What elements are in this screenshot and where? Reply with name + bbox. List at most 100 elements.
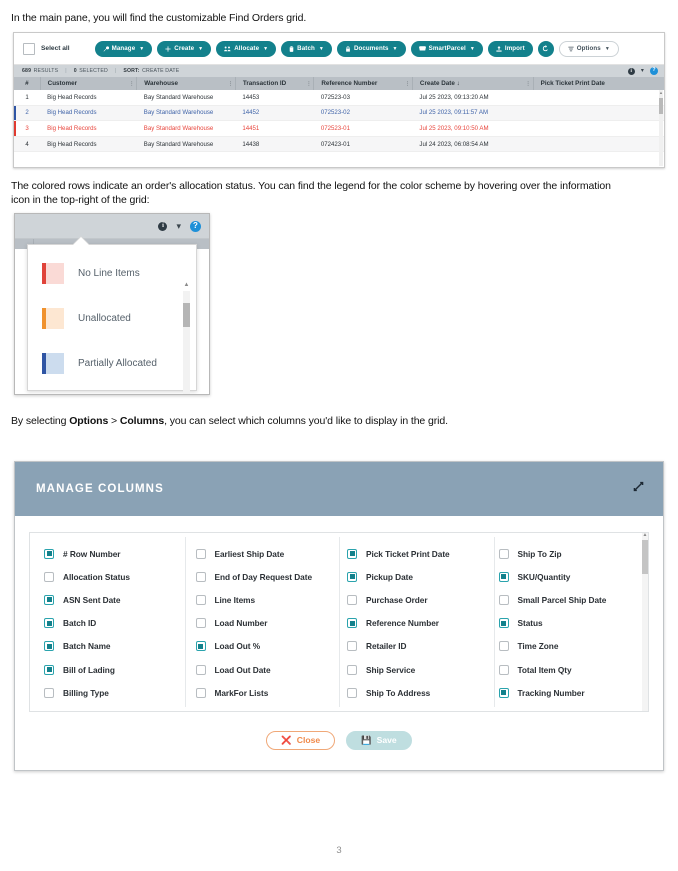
column-option-time-zone[interactable]: Time Zone	[491, 635, 643, 658]
table-row[interactable]: 4 Big Head Records Bay Standard Warehouse 1…	[14, 136, 664, 153]
column-option-sku-quantity[interactable]: SKU/Quantity	[491, 565, 643, 588]
column-option-checkbox[interactable]	[498, 618, 509, 629]
grid-vertical-scrollbar[interactable]: ▲	[659, 90, 663, 166]
column-option-load-out[interactable]: Load Out %	[188, 635, 340, 658]
column-option-earliest-ship-date[interactable]: Earliest Ship Date	[188, 542, 340, 565]
create-button[interactable]: Create ▼	[157, 40, 212, 57]
column-option-checkbox[interactable]	[44, 664, 54, 675]
info-icon[interactable]: i	[158, 221, 168, 231]
column-resize-handle[interactable]: ⋮	[129, 81, 134, 87]
column-option-checkbox[interactable]	[347, 641, 357, 652]
column-option-allocation-status[interactable]: Allocation Status	[36, 565, 188, 588]
column-option-ship-to-zip[interactable]: Ship To Zip	[491, 542, 643, 565]
column-header-customer[interactable]: Customer ⋮	[40, 77, 138, 90]
column-option-bill-of-lading[interactable]: Bill of Lading	[36, 658, 188, 681]
columns-list-scrollbar[interactable]: ▲	[642, 533, 648, 711]
column-option-ship-to-address[interactable]: Ship To Address	[339, 681, 491, 704]
column-option-checkbox[interactable]	[195, 641, 206, 652]
column-option-total-item-qty[interactable]: Total Item Qty	[491, 658, 643, 681]
column-option-checkbox[interactable]	[347, 618, 357, 629]
column-option-checkbox[interactable]	[44, 548, 54, 559]
chevron-down-icon[interactable]: ▾	[176, 221, 181, 231]
info-icon[interactable]: i	[627, 67, 635, 75]
chevron-down-icon[interactable]: ▾	[641, 68, 644, 74]
table-row[interactable]: 3 Big Head Records Bay Standard Warehouse 1…	[14, 120, 664, 137]
column-option-checkbox[interactable]	[44, 687, 54, 698]
column-option-checkbox[interactable]	[195, 664, 206, 675]
help-icon[interactable]: ?	[190, 220, 201, 232]
column-option-batch-name[interactable]: Batch Name	[36, 635, 188, 658]
column-option-checkbox[interactable]	[498, 687, 509, 698]
select-all-control[interactable]: Select all	[23, 42, 70, 55]
column-option-small-parcel-ship-date[interactable]: Small Parcel Ship Date	[491, 588, 643, 611]
manage-button[interactable]: Manage ▼	[94, 40, 153, 57]
column-option-checkbox[interactable]	[195, 571, 206, 582]
column-resize-handle[interactable]: ⋮	[405, 81, 410, 87]
column-option-reference-number[interactable]: Reference Number	[339, 612, 491, 635]
column-header-warehouse[interactable]: Warehouse ⋮	[136, 77, 236, 90]
column-option-line-items[interactable]: Line Items	[188, 588, 340, 611]
save-button[interactable]: 💾 Save	[346, 730, 412, 750]
column-header-[interactable]: #	[14, 77, 41, 90]
column-option-batch-id[interactable]: Batch ID	[36, 612, 188, 635]
grid-scroll-thumb[interactable]	[659, 98, 663, 114]
column-header-pick-ticket-print-date[interactable]: Pick Ticket Print Date	[533, 77, 664, 90]
column-resize-handle[interactable]: ⋮	[526, 81, 531, 87]
refresh-button[interactable]	[537, 40, 554, 57]
legend-scroll-up-arrow[interactable]: ▲	[183, 282, 190, 288]
column-option-billing-type[interactable]: Billing Type	[36, 681, 188, 704]
column-option-checkbox[interactable]	[44, 594, 54, 605]
legend-scrollbar[interactable]: ▲	[183, 282, 190, 394]
column-option-checkbox[interactable]	[498, 571, 509, 582]
options-button[interactable]: Options ▼	[558, 40, 619, 57]
allocate-button[interactable]: Allocate ▼	[216, 40, 277, 57]
column-option-load-number[interactable]: Load Number	[188, 612, 340, 635]
column-option-checkbox[interactable]	[347, 687, 357, 698]
column-option-checkbox[interactable]	[195, 618, 206, 629]
smartparcel-button[interactable]: SmartParcel ▼	[410, 40, 483, 57]
column-option-checkbox[interactable]	[498, 594, 509, 605]
column-option-pick-ticket-print-date[interactable]: Pick Ticket Print Date	[339, 542, 491, 565]
column-option-checkbox[interactable]	[195, 687, 206, 698]
column-option-retailer-id[interactable]: Retailer ID	[339, 635, 491, 658]
table-row[interactable]: 1 Big Head Records Bay Standard Warehouse 1…	[14, 90, 664, 106]
help-icon[interactable]: ?	[650, 67, 658, 75]
column-resize-handle[interactable]: ⋮	[228, 81, 233, 87]
column-option-checkbox[interactable]	[498, 641, 509, 652]
column-option-checkbox[interactable]	[347, 664, 357, 675]
close-button[interactable]: ❌ Close	[266, 730, 336, 750]
documents-button[interactable]: Documents ▼	[336, 40, 406, 57]
expand-icon[interactable]	[632, 480, 645, 498]
column-option-checkbox[interactable]	[347, 571, 357, 582]
column-option-checkbox[interactable]	[347, 548, 357, 559]
column-resize-handle[interactable]: ⋮	[306, 81, 311, 87]
column-option-checkbox[interactable]	[195, 548, 206, 559]
table-row[interactable]: 2 Big Head Records Bay Standard Warehouse 1…	[14, 105, 664, 122]
column-option-checkbox[interactable]	[44, 641, 54, 652]
column-header-create-date[interactable]: Create Date ↓ ⋮	[412, 77, 534, 90]
scroll-up-arrow[interactable]: ▲	[659, 90, 663, 96]
legend-scroll-thumb[interactable]	[183, 303, 190, 327]
column-option-checkbox[interactable]	[347, 594, 357, 605]
column-option-checkbox[interactable]	[44, 571, 54, 582]
column-option-tracking-number[interactable]: Tracking Number	[491, 681, 643, 704]
column-option-checkbox[interactable]	[195, 594, 206, 605]
column-option-ship-service[interactable]: Ship Service	[339, 658, 491, 681]
column-option-end-of-day-request-date[interactable]: End of Day Request Date	[188, 565, 340, 588]
column-option-status[interactable]: Status	[491, 612, 643, 635]
column-option-row-number[interactable]: # Row Number	[36, 542, 188, 565]
column-header-transaction-id[interactable]: Transaction ID ⋮	[235, 77, 315, 90]
import-button[interactable]: Import	[487, 40, 533, 57]
column-option-load-out-date[interactable]: Load Out Date	[188, 658, 340, 681]
column-option-checkbox[interactable]	[498, 664, 509, 675]
column-header-reference-number[interactable]: Reference Number ⋮	[313, 77, 413, 90]
columns-scroll-thumb[interactable]	[642, 540, 648, 574]
select-all-checkbox[interactable]	[23, 42, 35, 55]
column-option-pickup-date[interactable]: Pickup Date	[339, 565, 491, 588]
column-option-asn-sent-date[interactable]: ASN Sent Date	[36, 588, 188, 611]
batch-button[interactable]: Batch ▼	[281, 40, 332, 57]
column-option-checkbox[interactable]	[498, 548, 509, 559]
column-option-checkbox[interactable]	[44, 618, 54, 629]
column-option-markfor-lists[interactable]: MarkFor Lists	[188, 681, 340, 704]
column-option-purchase-order[interactable]: Purchase Order	[339, 588, 491, 611]
